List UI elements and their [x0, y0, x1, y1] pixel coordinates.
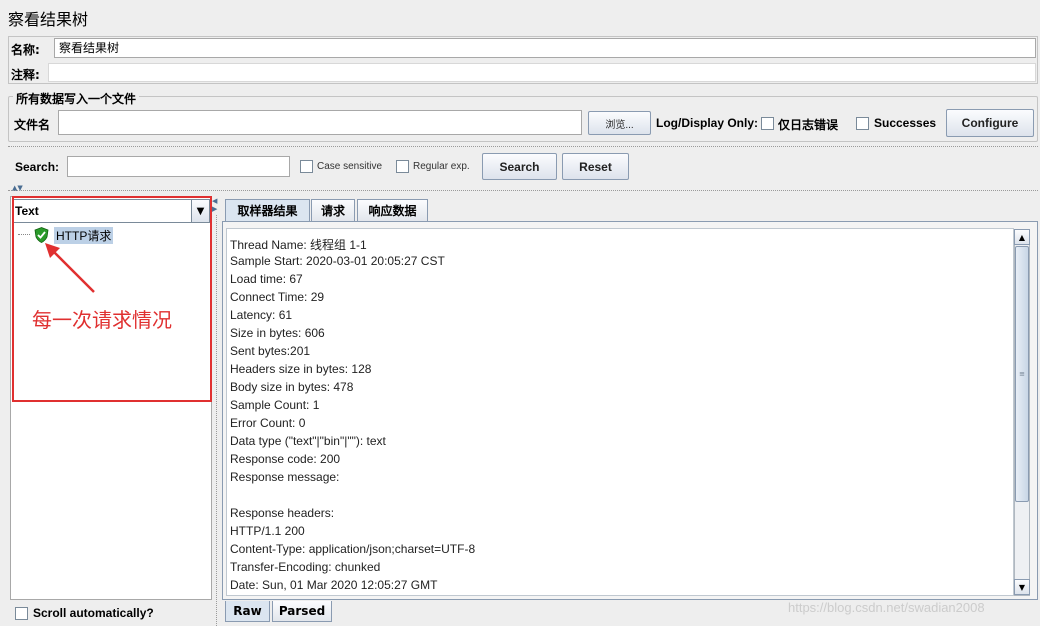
result-line: Data type ("text"|"bin"|""): text: [230, 434, 386, 448]
watermark: https://blog.csdn.net/swadian2008: [788, 600, 985, 615]
result-text-area[interactable]: [226, 228, 1014, 596]
regular-exp-checkbox[interactable]: [396, 160, 409, 173]
result-line: Body size in bytes: 478: [230, 380, 353, 394]
annotation-box: [12, 196, 212, 402]
scroll-down-button[interactable]: ▼: [1014, 579, 1030, 595]
comment-label: 注释:: [11, 66, 40, 83]
successes-label: Successes: [874, 116, 936, 130]
tab-sampler-result[interactable]: 取样器结果: [225, 199, 310, 221]
file-group-legend: 所有数据写入一个文件: [13, 90, 139, 107]
browse-button[interactable]: 浏览...: [588, 111, 651, 135]
result-line: Headers size in bytes: 128: [230, 362, 371, 376]
result-line: Response headers:: [230, 506, 334, 520]
scroll-up-button[interactable]: ▲: [1014, 229, 1030, 245]
filename-label: 文件名: [14, 116, 50, 133]
name-field[interactable]: 察看结果树: [54, 38, 1036, 58]
result-line: Error Count: 0: [230, 416, 305, 430]
annotation-arrow: [40, 240, 100, 296]
result-line: Size in bytes: 606: [230, 326, 325, 340]
search-input[interactable]: [67, 156, 290, 177]
result-line: HTTP/1.1 200: [230, 524, 305, 538]
result-line: Sent bytes:201: [230, 344, 310, 358]
result-line: Date: Sun, 01 Mar 2020 12:05:27 GMT: [230, 578, 437, 592]
filename-input[interactable]: [58, 110, 582, 135]
scroll-auto-label: Scroll automatically?: [33, 606, 154, 620]
result-line: Content-Type: application/json;charset=U…: [230, 542, 475, 556]
comment-field[interactable]: [48, 63, 1036, 82]
case-sensitive-checkbox[interactable]: [300, 160, 313, 173]
annotation-text: 每一次请求情况: [32, 304, 172, 333]
result-line: Thread Name: 线程组 1-1: [230, 236, 367, 253]
configure-button[interactable]: Configure: [946, 109, 1034, 137]
tab-parsed[interactable]: Parsed: [272, 601, 332, 622]
regular-exp-label: Regular exp.: [413, 161, 470, 172]
split-divider[interactable]: [8, 190, 1038, 191]
result-line: Sample Count: 1: [230, 398, 319, 412]
tab-raw[interactable]: Raw: [225, 601, 270, 622]
splitter-arrows-icon[interactable]: ◀▶: [212, 197, 217, 213]
log-display-label: Log/Display Only:: [656, 116, 758, 130]
scroll-thumb[interactable]: ≡: [1015, 246, 1029, 502]
search-label: Search:: [15, 160, 59, 174]
reset-button[interactable]: Reset: [562, 153, 629, 180]
divider: [8, 146, 1038, 147]
result-line: Response code: 200: [230, 452, 340, 466]
scroll-auto-checkbox[interactable]: [15, 607, 28, 620]
result-line: Transfer-Encoding: chunked: [230, 560, 380, 574]
tab-response-data[interactable]: 响应数据: [357, 199, 428, 221]
errors-only-checkbox[interactable]: [761, 117, 774, 130]
vertical-splitter[interactable]: [216, 215, 217, 626]
page-title: 察看结果树: [8, 6, 88, 30]
tab-request[interactable]: 请求: [311, 199, 355, 221]
case-sensitive-label: Case sensitive: [317, 161, 382, 172]
result-line: Sample Start: 2020-03-01 20:05:27 CST: [230, 254, 445, 268]
successes-checkbox[interactable]: [856, 117, 869, 130]
search-button[interactable]: Search: [482, 153, 557, 180]
result-line: Response message:: [230, 470, 339, 484]
result-line: Load time: 67: [230, 272, 303, 286]
name-label: 名称:: [11, 41, 40, 58]
errors-only-label: 仅日志错误: [778, 116, 838, 133]
result-line: Connect Time: 29: [230, 290, 324, 304]
result-line: Latency: 61: [230, 308, 292, 322]
